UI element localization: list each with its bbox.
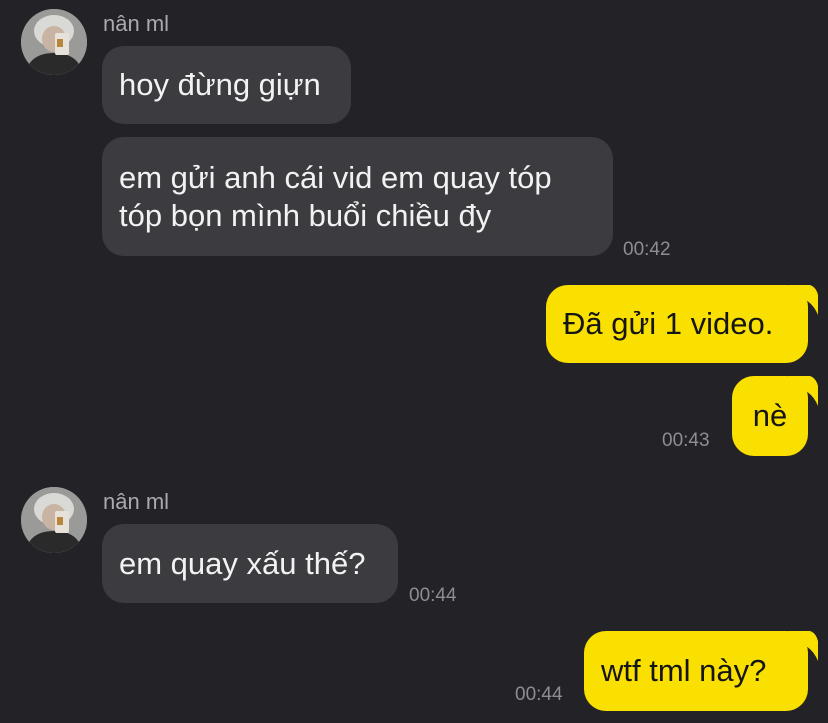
message-text: Đã gửi 1 video.	[563, 306, 774, 341]
avatar-photo-icon	[21, 9, 87, 75]
message-text: nè	[752, 398, 788, 433]
message-text: hoy đừng giựn	[119, 67, 321, 102]
message-bubble-outgoing[interactable]: Đã gửi 1 video.	[546, 285, 818, 363]
sender-avatar[interactable]	[21, 487, 87, 553]
message-timestamp: 00:42	[623, 239, 671, 260]
message-bubble-outgoing[interactable]: nè	[732, 376, 818, 456]
message-text-line: em gửi anh cái vid em quay tóp	[119, 159, 552, 195]
message-timestamp: 00:43	[662, 430, 710, 451]
chat-thread: nân ml hoy đừng giựn em gửi anh cái vid …	[0, 0, 828, 723]
sender-name: nân ml	[103, 11, 170, 36]
message-bubble[interactable]: em quay xấu thế?	[102, 524, 398, 603]
message-bubble[interactable]: em gửi anh cái vid em quay tóp tóp bọn m…	[102, 137, 613, 256]
message-timestamp: 00:44	[409, 585, 457, 606]
bubble-tail-icon	[788, 376, 818, 406]
sender-name: nân ml	[103, 489, 170, 514]
message-bubble[interactable]: hoy đừng giựn	[102, 46, 351, 124]
bubble-tail-icon	[788, 631, 818, 661]
message-text: wtf tml này?	[601, 653, 767, 688]
avatar-photo-icon	[21, 487, 87, 553]
bubble-tail-icon	[788, 285, 818, 315]
message-timestamp: 00:44	[515, 684, 563, 705]
sender-avatar[interactable]	[21, 9, 87, 75]
message-bubble-outgoing[interactable]: wtf tml này?	[584, 631, 818, 711]
message-text: em quay xấu thế?	[119, 545, 366, 581]
message-text-line: tóp bọn mình buổi chiều đy	[119, 197, 492, 233]
